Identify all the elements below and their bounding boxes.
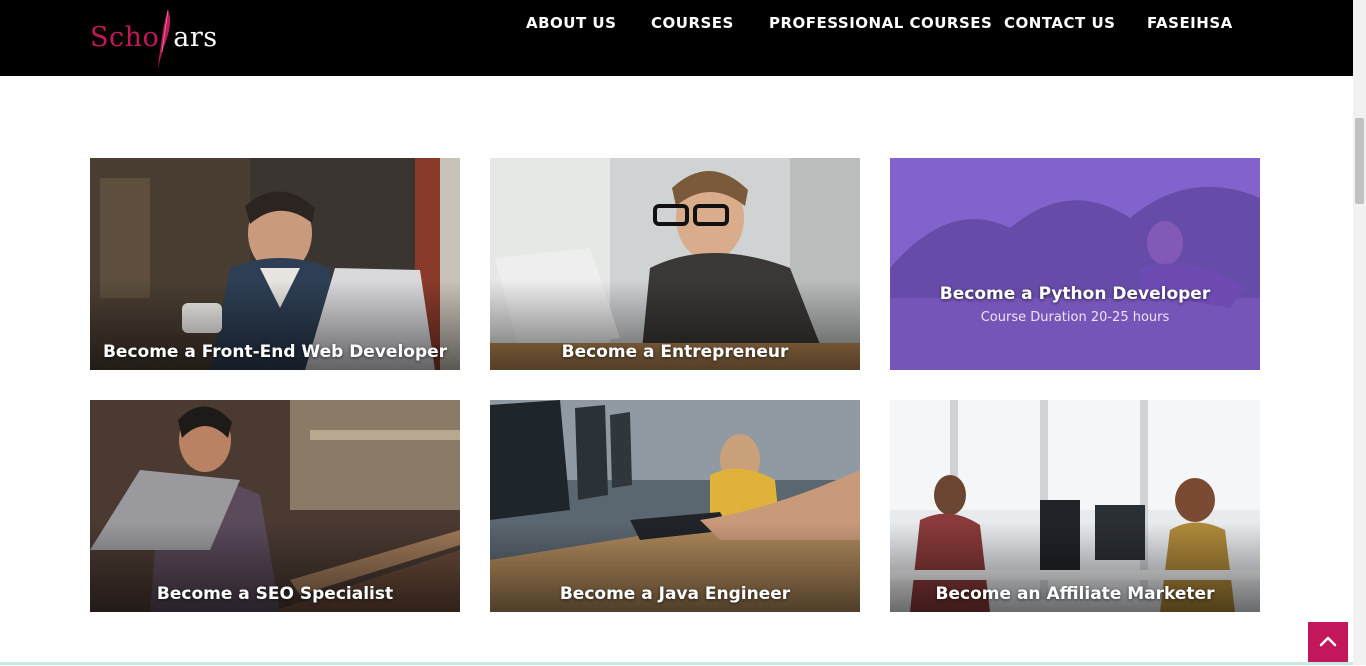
nav-contact-us[interactable]: CONTACT US bbox=[1004, 14, 1115, 32]
course-card-seo[interactable]: Become a SEO Specialist bbox=[90, 400, 460, 612]
course-title: Become a Front-End Web Developer bbox=[102, 342, 448, 362]
scrollbar-thumb[interactable] bbox=[1355, 118, 1364, 204]
scholars-logo[interactable]: Scho ars bbox=[90, 8, 220, 70]
page-scrollbar[interactable] bbox=[1353, 0, 1366, 665]
course-title: Become a Java Engineer bbox=[559, 584, 791, 604]
nav-faseihsa[interactable]: FASEIHSA bbox=[1147, 14, 1233, 32]
nav-professional-courses[interactable]: PROFESSIONAL COURSES bbox=[769, 14, 992, 32]
chevron-up-icon bbox=[1319, 636, 1337, 647]
logo-text-right: ars bbox=[173, 22, 218, 53]
course-card-frontend[interactable]: Become a Front-End Web Developer bbox=[90, 158, 460, 370]
course-title: Become an Affiliate Marketer bbox=[935, 584, 1215, 604]
quill-icon bbox=[158, 9, 171, 70]
course-title: Become a SEO Specialist bbox=[156, 584, 394, 604]
course-title: Become a Entrepreneur bbox=[561, 342, 789, 362]
nav-courses[interactable]: COURSES bbox=[651, 14, 734, 32]
course-title: Become a Python Developer bbox=[939, 284, 1211, 304]
course-duration: Course Duration 20-25 hours bbox=[980, 310, 1170, 325]
course-card-java[interactable]: Become a Java Engineer bbox=[490, 400, 860, 612]
course-card-python[interactable]: Become a Python Developer Course Duratio… bbox=[890, 158, 1260, 370]
course-card-affiliate[interactable]: Become an Affiliate Marketer bbox=[890, 400, 1260, 612]
back-to-top-button[interactable] bbox=[1308, 622, 1348, 662]
course-card-entrepreneur[interactable]: Become a Entrepreneur bbox=[490, 158, 860, 370]
logo-text-left: Scho bbox=[90, 22, 160, 53]
nav-about-us[interactable]: ABOUT US bbox=[526, 14, 616, 32]
top-navbar: Scho ars ABOUT US COURSES PROFESSIONAL CO… bbox=[0, 0, 1353, 76]
